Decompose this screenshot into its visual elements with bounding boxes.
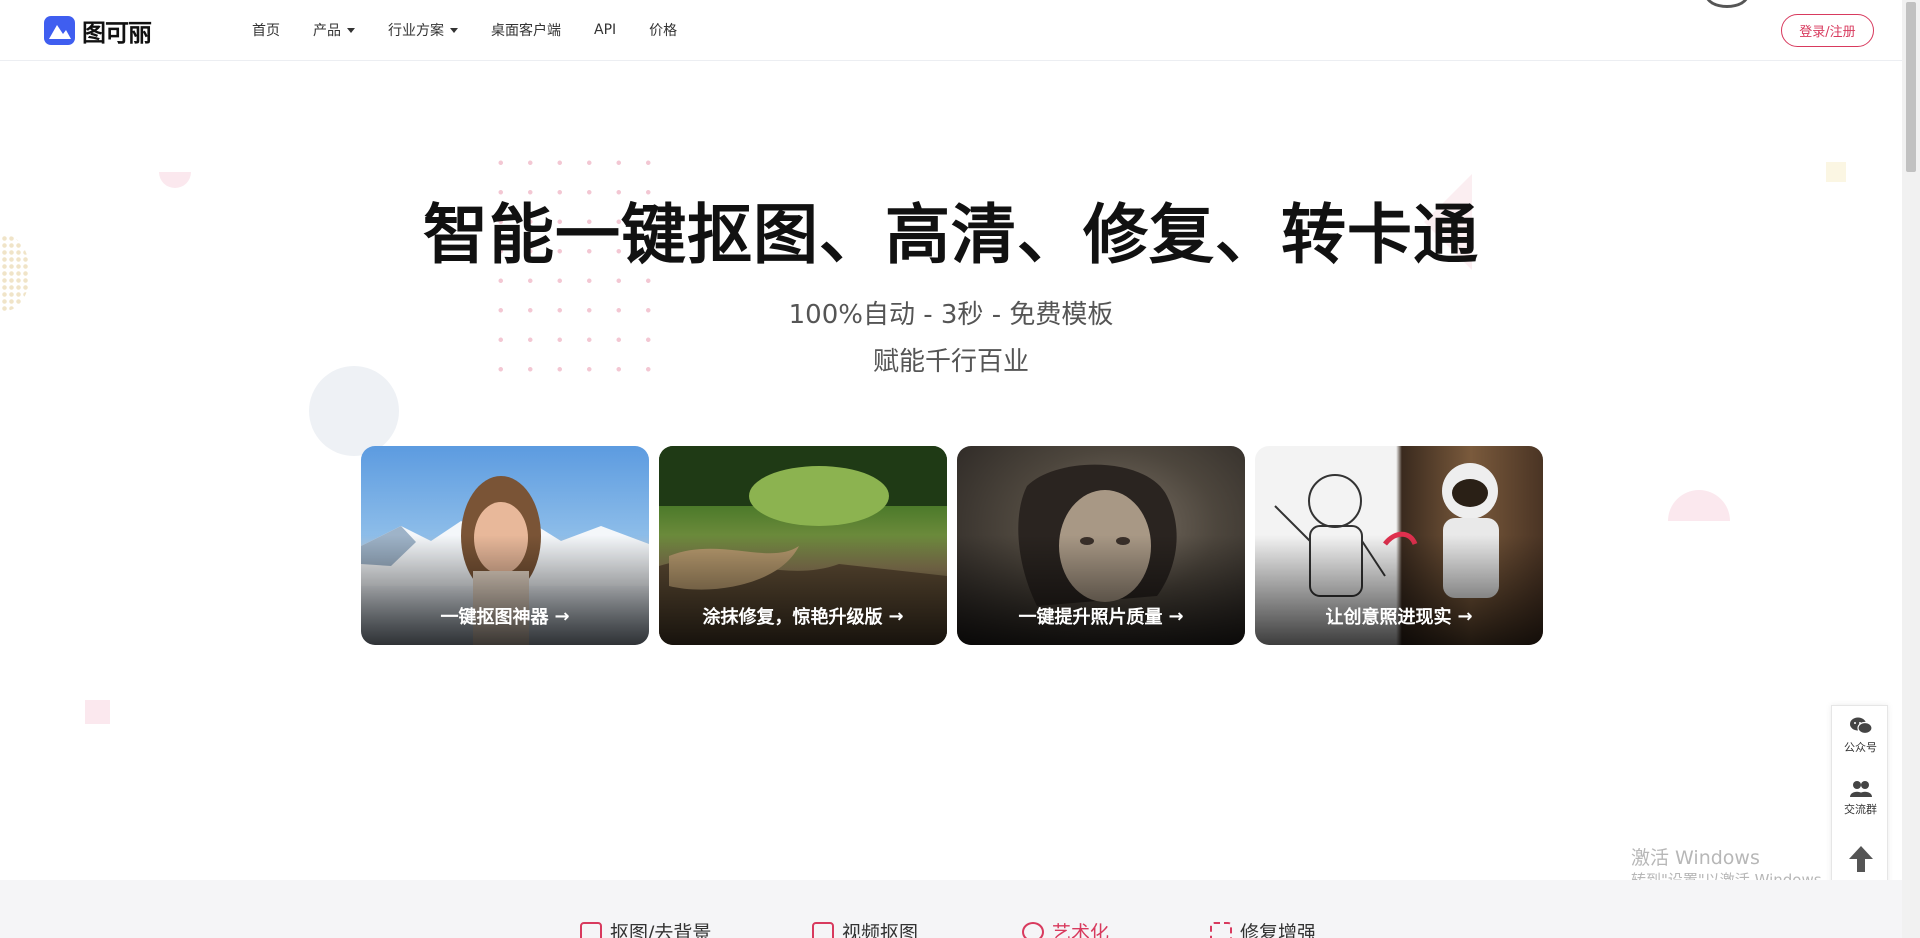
card-photo-enhance[interactable]: 一键提升照片质量 → [957,446,1245,645]
square-decoration [1826,162,1846,182]
nav-industry-solutions[interactable]: 行业方案 [388,20,458,40]
windows-activation-title: 激活 Windows [1631,847,1760,869]
group-icon [1849,781,1872,797]
tab-artistic[interactable]: 艺术化 [1022,918,1109,938]
arrow-right-icon: → [554,605,570,627]
back-to-top-button[interactable] [1832,846,1889,872]
logo[interactable]: 图可丽 [44,16,152,47]
enhance-icon [1210,921,1232,938]
card-cutout-tool[interactable]: 一键抠图神器 → [361,446,649,645]
hero-tagline: 赋能千行百业 [872,347,1029,377]
hero-subtitle: 100%自动 - 3秒 - 免费模板 [788,300,1114,330]
card-label: 涂抹修复，惊艳升级版 [702,607,883,628]
circle-decoration [309,366,399,456]
card-label: 一键抠图神器 [440,607,549,628]
wechat-icon [1849,717,1873,735]
arrow-up-icon [1848,846,1873,872]
scrollbar-thumb[interactable] [1906,2,1916,172]
tab-repair-enhance[interactable]: 修复增强 [1210,918,1316,938]
nav-home[interactable]: 首页 [252,20,280,40]
arrow-right-icon: → [888,605,904,627]
tab-video-cutout[interactable]: 视频抠图 [812,918,918,938]
nav-api[interactable]: API [594,22,616,38]
logo-mountain-icon [44,16,75,45]
tab-cutout[interactable]: 抠图/去背景 [580,918,711,938]
arrow-right-icon: → [1168,605,1184,627]
hero-title: 智能一键抠图、高清、修复、转卡通 [422,198,1479,273]
caret-down-icon [450,27,458,33]
half-circle-decoration [1668,490,1730,521]
category-tabs-bar [0,880,1902,938]
card-sketch-to-real[interactable]: 让创意照进现实 → [1255,446,1543,645]
wechat-official-account[interactable]: 公众号 [1832,716,1889,755]
top-navbar: 图可丽 首页 产品 行业方案 桌面客户端 API 价格 登录/注册 [0,0,1902,61]
card-smear-repair[interactable]: 涂抹修复，惊艳升级版 → [659,446,947,645]
arrow-right-icon: → [1457,605,1473,627]
feature-cards: 一键抠图神器 → 涂抹修复，惊艳升级版 → 一键提升照片质量 → 让创意照进现实… [361,446,1543,645]
nav-products[interactable]: 产品 [313,20,355,40]
main-nav: 首页 产品 行业方案 桌面客户端 API 价格 [252,0,710,60]
avatar-peek [1705,0,1749,8]
nav-pricing[interactable]: 价格 [649,20,677,40]
card-label: 让创意照进现实 [1325,607,1452,628]
page-scrollbar[interactable] [1902,0,1920,938]
palette-icon [1022,921,1044,938]
square-decoration [85,700,110,724]
caret-down-icon [347,27,355,33]
login-register-button[interactable]: 登录/注册 [1781,14,1874,47]
video-icon [812,921,834,938]
floating-sidebar: 公众号 交流群 [1831,705,1888,891]
image-icon [580,921,602,938]
nav-desktop-client[interactable]: 桌面客户端 [491,20,561,40]
chat-group[interactable]: 交流群 [1832,780,1889,817]
logo-text: 图可丽 [82,19,152,47]
card-label: 一键提升照片质量 [1018,607,1163,628]
